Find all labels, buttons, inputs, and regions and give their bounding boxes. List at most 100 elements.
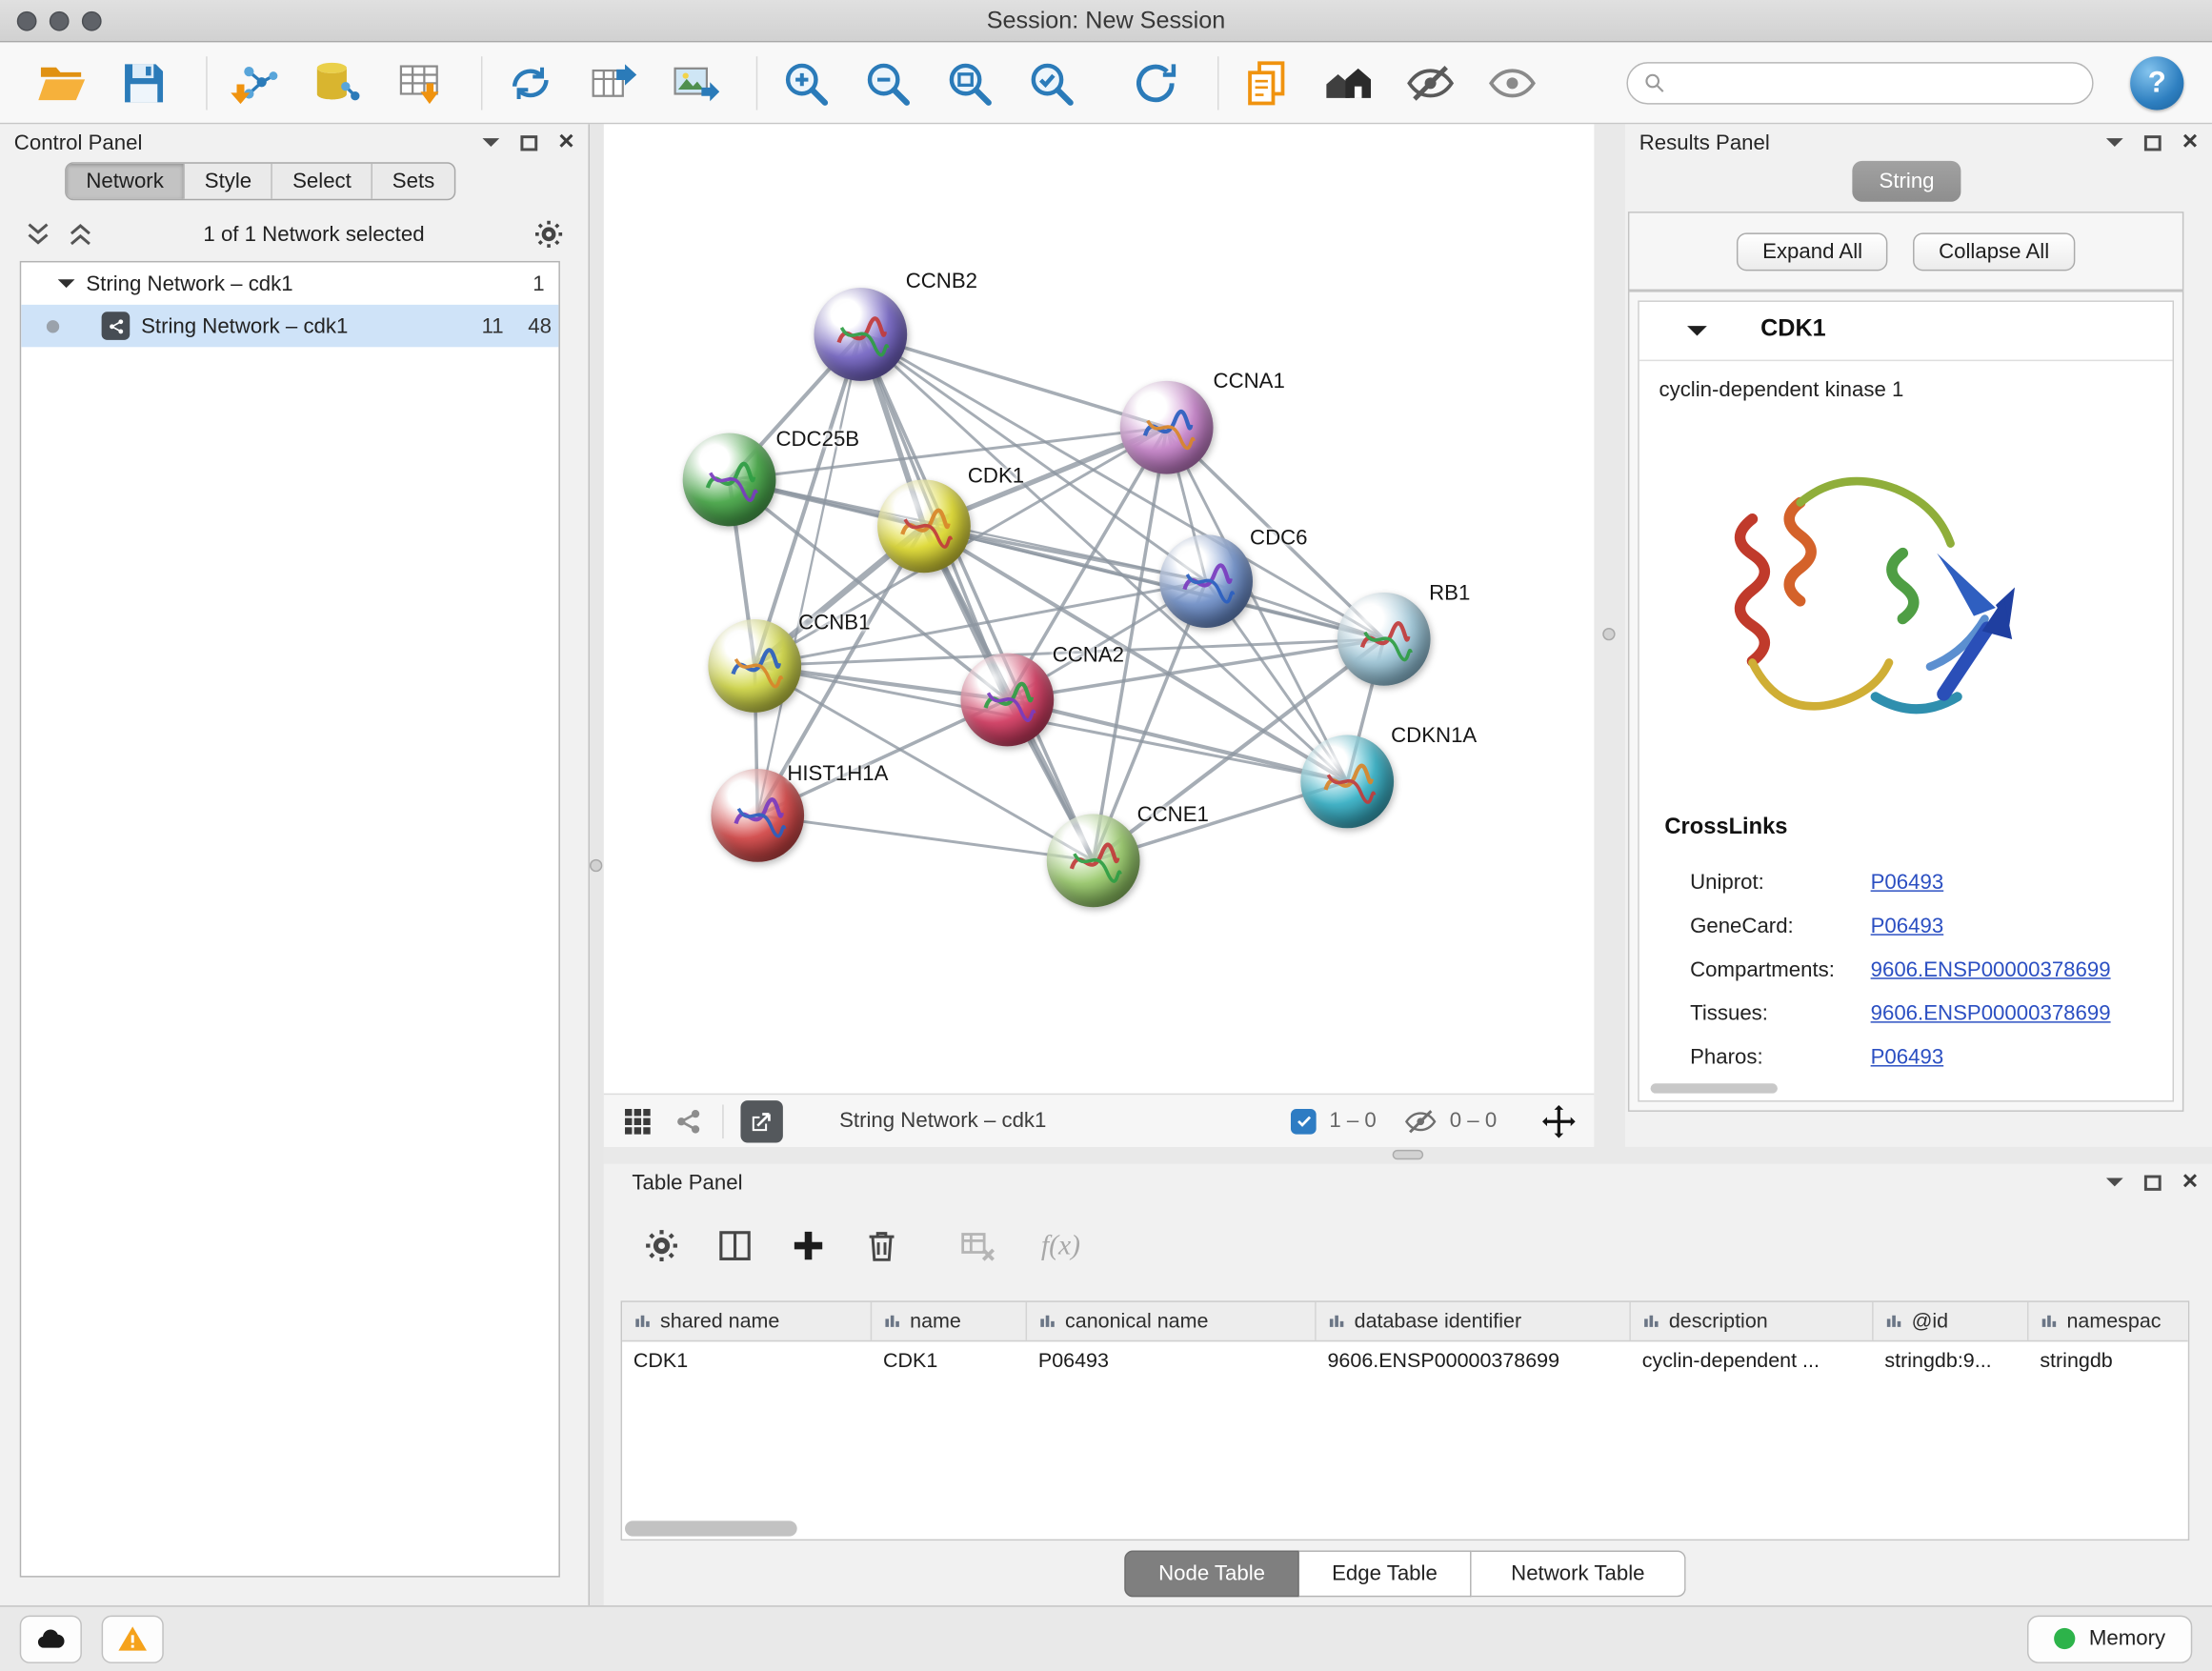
save-session-icon[interactable] [112,51,174,113]
table-cell[interactable]: CDK1 [622,1341,872,1379]
add-column-icon[interactable] [784,1221,832,1269]
open-session-icon[interactable] [31,51,93,113]
move-crosshair-icon[interactable] [1540,1102,1578,1139]
network-collection-row[interactable]: String Network – cdk1 1 [21,262,558,304]
column-header-shared-name[interactable]: shared name [622,1302,872,1340]
control-panel-close-icon[interactable]: × [558,134,573,151]
column-header--id[interactable]: @id [1874,1302,2029,1340]
column-header-namespac[interactable]: namespac [2028,1302,2187,1340]
crosslink-tissues-link[interactable]: 9606.ENSP00000378699 [1871,1001,2111,1025]
search-input[interactable] [1676,71,2078,94]
crosslink-uniprot-link[interactable]: P06493 [1871,871,1944,895]
crosslink-compartments-link[interactable]: 9606.ENSP00000378699 [1871,958,2111,982]
table-cell[interactable]: 9606.ENSP00000378699 [1317,1341,1631,1379]
zoom-fit-icon[interactable] [938,51,1000,113]
network-options-gear-icon[interactable] [532,217,566,252]
import-table-icon[interactable] [388,51,450,113]
network-node-CCNB1[interactable] [708,619,801,713]
tree-expand-icon[interactable] [58,279,75,296]
results-panel-close-icon[interactable]: × [2182,134,2198,151]
table-cell[interactable]: P06493 [1027,1341,1317,1379]
import-network-database-icon[interactable] [306,51,368,113]
tab-network-table[interactable]: Network Table [1472,1550,1686,1597]
table-panel-close-icon[interactable]: × [2182,1174,2198,1191]
refresh-icon[interactable] [1124,51,1186,113]
column-header-database-identifier[interactable]: database identifier [1317,1302,1631,1340]
column-header-description[interactable]: description [1631,1302,1874,1340]
network-node-CCNE1[interactable] [1047,814,1140,907]
table-cell[interactable]: CDK1 [872,1341,1027,1379]
column-header-canonical-name[interactable]: canonical name [1027,1302,1317,1340]
tab-edge-table[interactable]: Edge Table [1299,1550,1472,1597]
tab-select[interactable]: Select [272,164,372,199]
close-window-button[interactable] [17,10,37,30]
results-panel-float-icon[interactable] [2144,134,2162,150]
selected-nodes-checkbox[interactable] [1291,1108,1317,1134]
eye-slash-icon[interactable] [1399,51,1461,113]
network-node-CDC6[interactable] [1159,534,1253,628]
network-row-selected[interactable]: String Network – cdk1 11 48 [21,305,558,347]
protein-collapse-icon[interactable] [1687,326,1707,346]
horizontal-splitter[interactable] [604,1147,2212,1164]
hidden-eye-slash-icon[interactable] [1403,1104,1438,1138]
cloud-button[interactable] [20,1615,82,1662]
table-panel-float-icon[interactable] [2144,1175,2162,1190]
clear-table-icon[interactable] [954,1221,1001,1269]
open-in-new-window-icon[interactable] [740,1099,782,1141]
zoom-window-button[interactable] [82,10,102,30]
network-node-CCNA1[interactable] [1120,381,1214,474]
network-node-CCNB2[interactable] [814,288,907,381]
table-row[interactable]: CDK1CDK1P064939606.ENSP00000378699cyclin… [622,1341,2188,1379]
export-table-icon[interactable] [581,51,643,113]
zoom-selected-icon[interactable] [1020,51,1082,113]
expand-all-icon[interactable] [65,219,96,251]
control-panel-float-icon[interactable] [520,134,537,150]
table-cell[interactable]: cyclin-dependent ... [1631,1341,1874,1379]
table-cell[interactable]: stringdb:9... [1874,1341,2029,1379]
birds-eye-grid-icon[interactable] [621,1104,655,1138]
tab-style[interactable]: Style [185,164,272,199]
crosslink-genecard-link[interactable]: P06493 [1871,915,1944,938]
tab-network[interactable]: Network [67,164,185,199]
document-copy-icon[interactable] [1236,51,1297,113]
clone-network-icon[interactable] [499,51,561,113]
column-header-name[interactable]: name [872,1302,1027,1340]
zoom-in-icon[interactable] [774,51,836,113]
tab-sets[interactable]: Sets [372,164,454,199]
warnings-button[interactable] [102,1615,164,1662]
network-node-CDKN1A[interactable] [1300,735,1394,829]
eye-icon[interactable] [1481,51,1543,113]
network-canvas[interactable]: CCNB2CCNA1CDC25BCDK1CDC6RB1CCNB1CCNA2CDK… [604,124,1595,1093]
split-columns-icon[interactable] [711,1221,758,1269]
table-panel-collapse-icon[interactable] [2106,1178,2123,1196]
network-share-icon[interactable] [672,1104,706,1138]
protein-section-header[interactable]: CDK1 [1639,302,2173,361]
network-node-RB1[interactable] [1337,593,1431,686]
collapse-all-button[interactable]: Collapse All [1913,232,2074,271]
control-panel-collapse-icon[interactable] [482,138,499,155]
minimize-window-button[interactable] [50,10,70,30]
table-cell[interactable]: stringdb [2028,1341,2187,1379]
delete-column-icon[interactable] [857,1221,905,1269]
memory-button[interactable]: Memory [2027,1615,2193,1662]
results-hscroll-thumb[interactable] [1651,1083,1778,1093]
tab-node-table[interactable]: Node Table [1124,1550,1299,1597]
help-button[interactable]: ? [2130,55,2183,109]
export-image-icon[interactable] [663,51,725,113]
houses-icon[interactable] [1317,51,1379,113]
expand-all-button[interactable]: Expand All [1737,232,1887,271]
zoom-out-icon[interactable] [856,51,918,113]
collapse-all-icon[interactable] [23,219,54,251]
crosslink-pharos-link[interactable]: P06493 [1871,1045,1944,1069]
table-hscroll-thumb[interactable] [625,1520,797,1536]
left-splitter[interactable] [590,124,604,1605]
tab-string[interactable]: String [1852,161,1961,202]
results-panel-collapse-icon[interactable] [2106,138,2123,155]
network-node-CDC25B[interactable] [683,433,776,527]
table-settings-gear-icon[interactable] [637,1221,685,1269]
right-splitter[interactable] [1594,124,1625,1147]
network-node-CDK1[interactable] [877,479,971,573]
function-builder-icon[interactable]: f(x) [1041,1230,1080,1262]
import-network-file-icon[interactable] [224,51,286,113]
network-node-CCNA2[interactable] [960,654,1054,747]
